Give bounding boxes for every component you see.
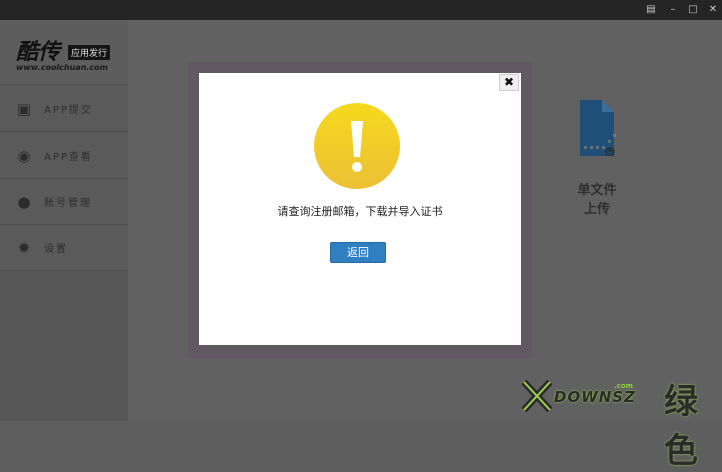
sidebar-item-label: APP提交	[44, 105, 93, 116]
exclamation-icon	[314, 103, 400, 189]
dialog-close-button[interactable]: ✖	[499, 74, 519, 91]
sidebar-item-app-submit[interactable]: ▣ APP提交	[0, 86, 128, 132]
logo-tag: 应用发行	[68, 45, 111, 60]
gear-icon: ✹	[17, 239, 31, 257]
watermark-domain: .com	[614, 382, 633, 390]
file-upload-icon[interactable]	[580, 100, 618, 156]
single-file-upload-label[interactable]: 单文件 上传	[566, 181, 628, 219]
upload-label-line1: 单文件	[577, 183, 617, 198]
watermark-brand: DOWNSZ	[554, 388, 636, 406]
dialog-message: 请查询注册邮箱，下载并导入证书	[277, 205, 443, 218]
back-button[interactable]: 返回	[330, 242, 386, 263]
minimize-icon[interactable]: –	[666, 3, 680, 17]
logo: 酷传 应用发行 www.coolchuan.com	[0, 20, 128, 84]
watermark-cn: 绿色	[664, 382, 698, 471]
eye-icon: ◉	[17, 147, 31, 165]
title-bar: ▤ – □ ✕	[0, 0, 722, 20]
maximize-icon[interactable]: □	[686, 3, 700, 17]
sidebar-item-settings[interactable]: ✹ 设置	[0, 225, 128, 271]
upload-label-line2: 上传	[583, 202, 610, 217]
sidebar-item-label: APP查看	[44, 152, 93, 163]
upload-box-icon: ▣	[16, 100, 32, 118]
close-icon[interactable]: ✕	[706, 3, 720, 17]
user-icon: ●	[17, 193, 31, 211]
watermark-logo: DOWNSZ .com 绿色	[522, 374, 718, 471]
logo-url: www.coolchuan.com	[16, 63, 109, 72]
sidebar-item-label: 账号管理	[44, 198, 92, 209]
chat-icon[interactable]: ▤	[644, 3, 658, 17]
x-logo-icon	[522, 379, 552, 413]
sidebar-item-app-view[interactable]: ◉ APP查看	[0, 133, 128, 179]
sidebar-item-account[interactable]: ● 账号管理	[0, 179, 128, 225]
sidebar-item-label: 设置	[44, 244, 68, 255]
sidebar: 酷传 应用发行 www.coolchuan.com ▣ APP提交 ◉ APP查…	[0, 20, 128, 421]
logo-name: 酷传	[16, 39, 61, 65]
